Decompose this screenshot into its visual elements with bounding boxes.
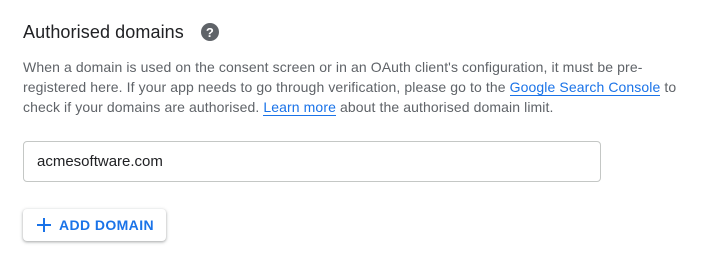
section-header: Authorised domains ? <box>23 19 219 45</box>
google-search-console-link[interactable]: Google Search Console <box>509 79 661 96</box>
section-description: When a domain is used on the consent scr… <box>23 57 683 117</box>
section-title: Authorised domains <box>23 21 184 42</box>
add-domain-label: ADD DOMAIN <box>59 217 154 233</box>
add-domain-button[interactable]: ADD DOMAIN <box>23 209 166 241</box>
domain-input[interactable] <box>37 153 600 170</box>
domain-field[interactable] <box>23 141 601 182</box>
help-circle-icon[interactable]: ? <box>200 23 219 41</box>
learn-more-link[interactable]: Learn more <box>263 99 336 116</box>
plus-icon <box>37 218 51 232</box>
description-text-3: about the authorised domain limit. <box>335 99 554 115</box>
authorised-domains-section: Authorised domains ? When a domain is us… <box>0 0 701 265</box>
